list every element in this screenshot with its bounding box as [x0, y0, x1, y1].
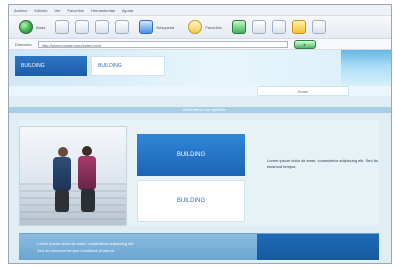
search-label: Búsqueda [156, 24, 175, 30]
stop-icon[interactable] [75, 20, 90, 34]
person-icon [58, 147, 68, 157]
menu-help[interactable]: Ayuda [122, 8, 133, 13]
favorites-label: Favoritos [205, 24, 222, 30]
favorites-button[interactable]: Favoritos [184, 20, 225, 35]
address-input[interactable]: http://www.mysite.com/index.html [37, 40, 288, 48]
star-icon [188, 20, 203, 34]
person-legs [55, 190, 69, 212]
logo-card-blue[interactable]: BUILDING [137, 134, 245, 176]
nav-item-active[interactable]: Home [257, 86, 349, 96]
footer-right [257, 234, 379, 260]
footer-text-line: Sed do eiusmod tempor incididunt ut labo… [37, 248, 116, 253]
menu-file[interactable]: Archivo [14, 8, 27, 13]
go-button[interactable]: Ir [293, 39, 316, 49]
address-bar: Dirección http://www.mysite.com/index.ht… [9, 39, 391, 50]
content-body-text: Lorem ipsum dolor sit amet, consectetur … [267, 158, 379, 169]
welcome-text: Welcome to our website [182, 107, 226, 112]
browser-toolbar: Atrás Búsqueda Favoritos [9, 16, 391, 39]
refresh-icon[interactable] [95, 20, 110, 34]
menu-tools[interactable]: Herramientas [91, 8, 115, 13]
forward-icon[interactable] [55, 20, 70, 34]
header-decoration [341, 50, 391, 86]
history-icon[interactable] [231, 20, 246, 34]
logo-card-white[interactable]: BUILDING [137, 180, 245, 222]
back-button[interactable]: Atrás [15, 20, 49, 35]
stairs-graphic [20, 183, 126, 225]
mail-icon[interactable] [251, 20, 266, 34]
search-button[interactable]: Búsqueda [135, 20, 178, 35]
person-body [53, 157, 71, 191]
hero-photo [19, 126, 127, 226]
menu-favorites[interactable]: Favoritos [67, 8, 83, 13]
menubar: Archivo Edición Ver Favoritos Herramient… [9, 5, 391, 16]
browser-window: Archivo Edición Ver Favoritos Herramient… [8, 4, 392, 264]
footer-left [19, 234, 257, 260]
tools-icon[interactable] [311, 20, 326, 34]
menu-view[interactable]: Ver [54, 8, 60, 13]
search-icon [139, 20, 154, 34]
site-logo-blue[interactable]: BUILDING [15, 56, 87, 76]
footer-bar: Lorem ipsum dolor sit amet, consectetur … [19, 233, 379, 260]
person-body [78, 156, 96, 190]
home-icon[interactable] [115, 20, 130, 34]
footer-text-line: Lorem ipsum dolor sit amet, consectetur … [37, 241, 135, 246]
back-icon [19, 20, 33, 34]
address-label: Dirección [15, 41, 32, 47]
back-label: Atrás [36, 24, 46, 30]
person-legs [81, 189, 95, 212]
webpage: BUILDING BUILDING Home Welcome to our we… [9, 50, 391, 263]
site-header: BUILDING BUILDING [9, 50, 391, 87]
print-icon[interactable] [271, 20, 286, 34]
folder-icon[interactable] [291, 20, 306, 34]
menu-edit[interactable]: Edición [34, 8, 47, 13]
person-icon [82, 146, 92, 156]
site-logo-white[interactable]: BUILDING [91, 56, 165, 76]
